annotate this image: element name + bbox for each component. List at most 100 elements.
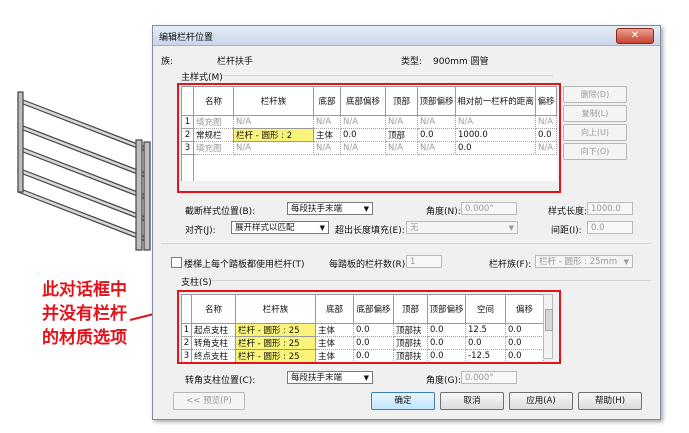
table-cell[interactable]: N/A — [340, 141, 386, 155]
move-up-button[interactable]: 向上(U) — [563, 124, 627, 141]
post-family-cell[interactable]: 栏杆 - 圆形 : 25 — [235, 336, 316, 350]
table-row[interactable]: 2 转角支柱 栏杆 - 圆形 : 25 主体 0.0 顶部扶 0.0 0.0 0… — [181, 336, 544, 350]
table-cell[interactable]: N/A — [233, 115, 314, 129]
excess-length-select[interactable]: 无 ▼ — [406, 221, 518, 234]
table-cell[interactable]: N/A — [535, 115, 557, 129]
close-icon: ✕ — [630, 30, 640, 41]
table-cell[interactable]: 主体 — [313, 128, 341, 142]
table-cell[interactable]: 0.0 — [505, 323, 544, 337]
column-header: 顶部 — [393, 294, 428, 324]
stair-per-tread-checkbox[interactable] — [171, 257, 182, 268]
break-pattern-select[interactable]: 每段扶手末端 ▼ — [287, 202, 373, 215]
table-row[interactable]: 3 终点支柱 栏杆 - 圆形 : 25 主体 0.0 顶部扶 0.0 -12.5… — [181, 349, 544, 363]
table-cell[interactable]: 主体 — [315, 336, 354, 350]
duplicate-button[interactable]: 复制(L) — [563, 105, 627, 122]
table-cell[interactable]: 0.0 — [505, 349, 544, 363]
posts-table[interactable]: 名称 栏杆族 底部 底部偏移 顶部 顶部偏移 空间 偏移 1 起点支柱 栏杆 -… — [181, 294, 544, 363]
posts-scrollbar[interactable] — [543, 294, 553, 359]
main-pattern-table[interactable]: 名称 栏杆族 底部 底部偏移 顶部 顶部偏移 相对前一栏杆的距离 偏移 1 填充… — [181, 86, 557, 181]
table-cell[interactable]: N/A — [535, 141, 557, 155]
table-row[interactable]: 3 填充图 N/A N/A N/A N/A N/A 0.0 N/A — [181, 141, 557, 155]
angle-label: 角度(N): — [426, 207, 461, 217]
column-header: 底部偏移 — [353, 294, 394, 324]
table-cell[interactable]: 主体 — [315, 323, 354, 337]
table-cell[interactable]: -12.5 — [465, 349, 506, 363]
scrollbar-thumb[interactable] — [545, 309, 553, 331]
table-cell[interactable]: N/A — [340, 115, 386, 129]
table-cell[interactable]: N/A — [455, 115, 536, 129]
column-header: 栏杆族 — [233, 86, 314, 116]
balusters-per-tread-input[interactable]: 1 — [406, 255, 442, 268]
type-value: 900mm 圆管 — [433, 57, 489, 67]
table-cell[interactable]: 顶部扶 — [393, 323, 428, 337]
column-header: 相对前一栏杆的距离 — [455, 86, 536, 116]
table-cell[interactable]: 1000.0 — [455, 128, 536, 142]
main-pattern-label: 主样式(M) — [181, 73, 223, 83]
corner-post-select[interactable]: 每段扶手末端 ▼ — [287, 371, 373, 384]
corner-post-label: 转角支柱位置(C): — [185, 376, 256, 386]
column-header: 底部 — [313, 86, 341, 116]
table-cell[interactable]: 顶部扶 — [393, 349, 428, 363]
row-number: 2 — [181, 128, 194, 142]
post-family-cell[interactable]: 栏杆 - 圆形 : 25 — [235, 323, 316, 337]
baluster-family-value: 栏杆 - 圆形 : 25mm — [539, 257, 618, 267]
corner-angle-input[interactable]: 0.000° — [461, 371, 517, 384]
table-cell[interactable]: 填充图 — [193, 115, 234, 129]
table-cell[interactable]: 0.0 — [427, 349, 466, 363]
baluster-family-cell[interactable]: 栏杆 - 圆形 : 2 — [233, 128, 314, 142]
table-cell[interactable]: N/A — [313, 141, 341, 155]
apply-button[interactable]: 应用(A) — [509, 392, 573, 410]
table-cell[interactable]: 0.0 — [353, 336, 394, 350]
table-cell[interactable]: N/A — [417, 115, 456, 129]
table-cell[interactable]: 0.0 — [353, 349, 394, 363]
table-cell[interactable]: 0.0 — [535, 128, 557, 142]
delete-button[interactable]: 删除(D) — [563, 86, 627, 103]
pattern-length-input[interactable]: 1000.0 — [587, 202, 633, 215]
table-cell[interactable]: 填充图 — [193, 141, 234, 155]
table-cell[interactable]: 转角支柱 — [191, 336, 236, 350]
family-value: 栏杆扶手 — [217, 57, 254, 67]
cancel-button[interactable]: 取消 — [440, 392, 504, 410]
table-cell[interactable]: 起点支柱 — [191, 323, 236, 337]
table-cell[interactable]: 0.0 — [427, 323, 466, 337]
close-button[interactable]: ✕ — [616, 28, 654, 44]
pattern-length-label: 样式长度: — [548, 207, 588, 217]
table-cell[interactable]: 0.0 — [427, 336, 466, 350]
table-cell[interactable]: 0.0 — [455, 141, 536, 155]
table-row[interactable]: 1 填充图 N/A N/A N/A N/A N/A N/A N/A — [181, 115, 557, 129]
table-row[interactable]: 2 常规栏 栏杆 - 圆形 : 2 主体 0.0 顶部 0.0 1000.0 0… — [181, 128, 557, 142]
baluster-family-select[interactable]: 栏杆 - 圆形 : 25mm ▼ — [535, 255, 633, 268]
column-header: 偏移 — [535, 86, 557, 116]
table-cell[interactable]: 0.0 — [340, 128, 386, 142]
table-cell[interactable]: 0.0 — [353, 323, 394, 337]
stair-per-tread-label: 楼梯上每个踏板都使用栏杆(T) — [184, 260, 305, 270]
table-cell[interactable]: 12.5 — [465, 323, 506, 337]
table-cell[interactable]: N/A — [233, 141, 314, 155]
angle-input[interactable]: 0.000° — [461, 202, 517, 215]
table-cell[interactable]: 顶部扶 — [393, 336, 428, 350]
table-cell[interactable]: N/A — [385, 141, 418, 155]
ok-button[interactable]: 确定 — [371, 392, 435, 410]
move-down-button[interactable]: 向下(O) — [563, 143, 627, 160]
column-header: 名称 — [193, 86, 234, 116]
post-family-cell[interactable]: 栏杆 - 圆形 : 25 — [235, 349, 316, 363]
justify-select[interactable]: 展开样式以匹配 ▼ — [231, 221, 329, 234]
table-cell[interactable]: N/A — [313, 115, 341, 129]
table-cell[interactable]: N/A — [385, 115, 418, 129]
table-cell[interactable]: 顶部 — [385, 128, 418, 142]
help-button[interactable]: 帮助(H) — [578, 392, 642, 410]
table-cell[interactable]: 0.0 — [417, 128, 456, 142]
table-cell[interactable]: 终点支柱 — [191, 349, 236, 363]
preview-button[interactable]: << 预览(P) — [173, 392, 245, 410]
table-cell[interactable]: 0.0 — [465, 336, 506, 350]
table-cell[interactable]: 常规栏 — [193, 128, 234, 142]
table-cell[interactable]: 0.0 — [505, 336, 544, 350]
table-cell[interactable]: N/A — [417, 141, 456, 155]
table-row[interactable]: 1 起点支柱 栏杆 - 圆形 : 25 主体 0.0 顶部扶 0.0 12.5 … — [181, 323, 544, 337]
column-header: 底部偏移 — [340, 86, 386, 116]
justify-label: 对齐(J): — [185, 226, 216, 236]
table-cell[interactable]: 主体 — [315, 349, 354, 363]
spacing-input[interactable]: 0.0 — [587, 221, 633, 234]
column-header: 顶部 — [385, 86, 418, 116]
excess-length-value: 无 — [410, 223, 419, 233]
